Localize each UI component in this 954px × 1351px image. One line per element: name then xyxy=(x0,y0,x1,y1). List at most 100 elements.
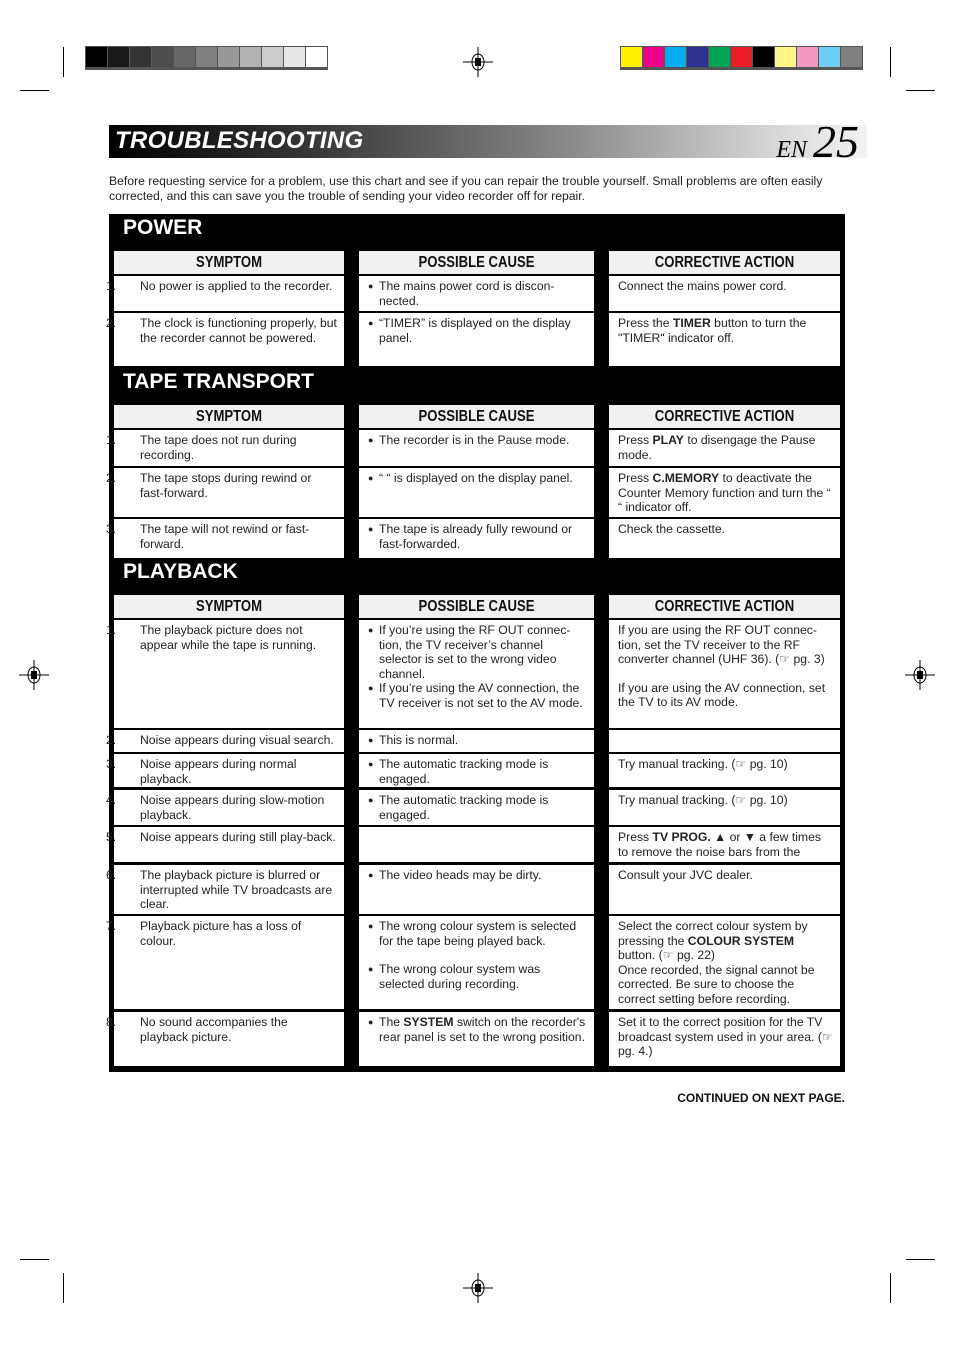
crop-mark xyxy=(890,47,891,77)
action-text: Press xyxy=(618,471,653,485)
action-text: Try manual tracking. (☞ pg. 10) xyxy=(618,793,788,807)
color-swatch xyxy=(687,47,708,67)
symptom-cell: 2. The clock is functioning properly, but… xyxy=(106,313,344,366)
column-header-action: CORRECTIVE ACTION xyxy=(609,251,840,274)
action-keyword: ▼ xyxy=(743,830,756,844)
symptom-cell: 2. Noise appears during visual search. xyxy=(106,730,344,752)
symptom-text: Noise appears during slow-motion playbac… xyxy=(140,793,325,822)
corrective-action-cell: Set it to the correct position for the T… xyxy=(609,1012,840,1066)
color-swatch xyxy=(130,47,151,67)
action-text: If you are using the RF OUT connec-tion,… xyxy=(618,623,825,666)
action-text: Try manual tracking. (☞ pg. 10) xyxy=(618,757,788,771)
language-code: EN xyxy=(776,137,807,163)
corrective-action-cell xyxy=(609,730,840,752)
action-keyword: C.MEMORY xyxy=(652,471,720,485)
symptom-text: No power is applied to the recorder. xyxy=(140,279,333,293)
section-title-tape: TAPE TRANSPORT xyxy=(123,370,314,393)
color-swatch xyxy=(819,47,840,67)
color-swatch xyxy=(731,47,752,67)
cause-bullet: If you’re using the RF OUT connec-tion, … xyxy=(368,623,588,681)
crop-mark xyxy=(20,90,49,91)
corrective-action-cell: Consult your JVC dealer. xyxy=(609,865,840,914)
cause-bullet: “TIMER” is displayed on the display pane… xyxy=(368,316,588,345)
action-text: or xyxy=(726,830,744,844)
corrective-action-cell: Press C.MEMORY to deactivate the Counter… xyxy=(609,468,840,517)
column-header-label: CORRECTIVE ACTION xyxy=(654,254,795,271)
row-number: 2. xyxy=(106,733,117,747)
grayscale-calibration-bar xyxy=(85,46,328,70)
cause-bullet: The automatic tracking mode is engaged. xyxy=(368,757,588,786)
possible-cause-cell: The recorder is in the Pause mode. xyxy=(359,430,594,466)
crop-mark xyxy=(63,1273,64,1303)
corrective-action-cell: Try manual tracking. (☞ pg. 10) xyxy=(609,790,840,825)
action-text: Connect the mains power cord. xyxy=(618,279,787,293)
symptom-text: Noise appears during still play-back. xyxy=(140,830,336,844)
symptom-cell: 7. Playback picture has a loss of colour. xyxy=(106,916,344,1009)
corrective-action-cell: Press the TIMER button to turn the "TIME… xyxy=(609,313,840,366)
troubleshooting-table: POWER SYMPTOM POSSIBLE CAUSE CORRECTIVE ACT… xyxy=(106,214,845,1072)
column-header-action: CORRECTIVE ACTION xyxy=(609,595,840,618)
color-swatch xyxy=(240,47,261,67)
column-header-label: SYMPTOM xyxy=(195,254,263,271)
section-title-power: POWER xyxy=(123,216,203,239)
color-swatch xyxy=(86,47,107,67)
cause-bullet: The automatic tracking mode is engaged. xyxy=(368,793,588,822)
page-number: EN 25 xyxy=(776,115,859,168)
color-swatch xyxy=(262,47,283,67)
color-swatch xyxy=(284,47,305,67)
color-swatch xyxy=(152,47,173,67)
registration-mark-icon xyxy=(463,1273,493,1303)
row-number: 3. xyxy=(106,757,117,771)
column-header-action: CORRECTIVE ACTION xyxy=(609,405,840,428)
color-swatch xyxy=(753,47,774,67)
corrective-action-cell: If you are using the RF OUT connec-tion,… xyxy=(609,620,840,728)
color-swatch xyxy=(841,47,862,67)
possible-cause-cell: The tape is already fully rewound or fas… xyxy=(359,519,594,558)
possible-cause-cell: The automatic tracking mode is engaged. xyxy=(359,790,594,825)
cause-text: The xyxy=(379,1015,404,1029)
symptom-text: Noise appears during normal playback. xyxy=(140,757,297,786)
symptom-cell: 5. Noise appears during still play-back. xyxy=(106,827,344,862)
registration-mark-icon xyxy=(463,47,493,77)
symptom-text: The tape stops during rewind or fast-for… xyxy=(140,471,312,500)
column-header-label: SYMPTOM xyxy=(195,408,263,425)
symptom-text: The tape will not rewind or fast-forward… xyxy=(140,522,310,551)
column-header-label: POSSIBLE CAUSE xyxy=(418,598,535,615)
symptom-cell: 3. The tape will not rewind or fast-forwa… xyxy=(106,519,344,558)
registration-mark-icon xyxy=(905,660,935,690)
page-number-value: 25 xyxy=(813,116,859,167)
corrective-action-cell: Press PLAY to disengage the Pause mode. xyxy=(609,430,840,466)
color-swatch xyxy=(196,47,217,67)
corrective-action-cell: Check the cassette. xyxy=(609,519,840,558)
column-header-label: CORRECTIVE ACTION xyxy=(654,408,795,425)
action-text-secondary: Once recorded, the signal cannot be corr… xyxy=(618,962,815,1006)
cause-bullet: The video heads may be dirty. xyxy=(368,868,588,883)
column-header-cause: POSSIBLE CAUSE xyxy=(359,595,594,618)
possible-cause-cell: “TIMER” is displayed on the display pane… xyxy=(359,313,594,366)
action-text: Press xyxy=(618,830,653,844)
column-header-symptom: SYMPTOM xyxy=(114,405,344,428)
section-title-playback: PLAYBACK xyxy=(123,560,238,583)
action-text: Set it to the correct position for the T… xyxy=(618,1015,833,1058)
symptom-text: The playback picture is blurred or inter… xyxy=(140,868,333,911)
row-number: 1. xyxy=(106,279,117,293)
corrective-action-cell: Try manual tracking. (☞ pg. 10) xyxy=(609,754,840,787)
crop-mark xyxy=(890,1273,891,1303)
symptom-text: The tape does not run during recording. xyxy=(140,433,297,462)
crop-mark xyxy=(906,1259,935,1260)
color-swatch xyxy=(797,47,818,67)
row-number: 7. xyxy=(106,919,117,933)
column-header-symptom: SYMPTOM xyxy=(114,595,344,618)
cause-bullet: The SYSTEM switch on the recorder's rear… xyxy=(368,1015,588,1044)
row-number: 6. xyxy=(106,868,117,882)
column-header-label: POSSIBLE CAUSE xyxy=(418,254,535,271)
registration-mark-icon xyxy=(19,660,49,690)
action-text-secondary: If you are using the AV connection, set … xyxy=(618,680,826,710)
row-number: 8. xyxy=(106,1015,117,1029)
color-swatch xyxy=(709,47,730,67)
crop-mark xyxy=(20,1259,49,1260)
intro-paragraph: Before requesting service for a problem,… xyxy=(109,174,823,203)
cause-keyword: SYSTEM xyxy=(403,1015,454,1029)
cause-bullet: The wrong colour system is selected for … xyxy=(368,919,588,948)
cause-bullet: The mains power cord is discon-nected. xyxy=(368,279,588,308)
